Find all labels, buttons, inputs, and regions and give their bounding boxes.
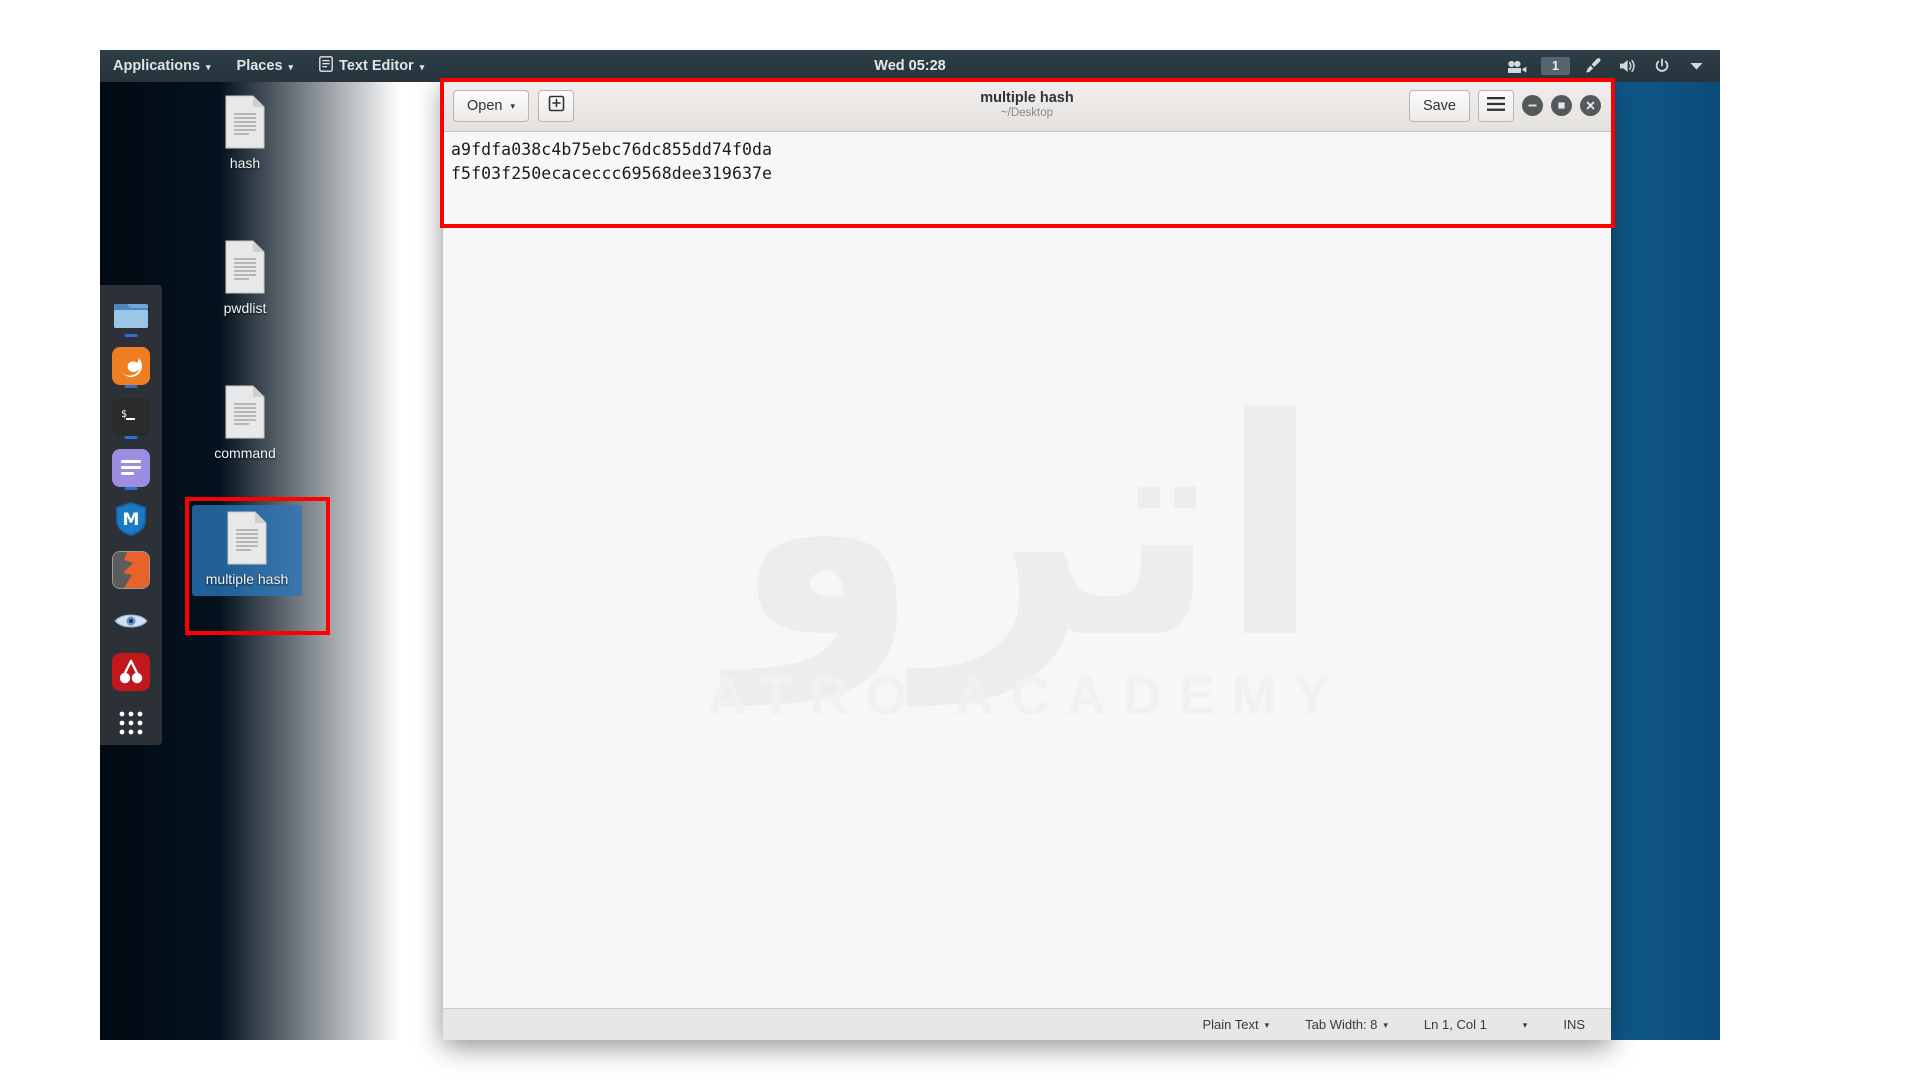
headerbar-right-group: Save [1408, 89, 1601, 122]
dock-item-john-the-ripper[interactable] [109, 649, 153, 694]
dock: $ M [100, 285, 162, 745]
top-panel: Applications ▾ Places ▾ Text Editor ▾ We… [100, 50, 1720, 82]
language-label: Plain Text [1202, 1017, 1259, 1032]
position-dropdown[interactable]: ▾ [1522, 1020, 1528, 1030]
wireshark-eye-icon [112, 602, 150, 640]
dock-item-files[interactable] [109, 293, 153, 338]
desktop-icon-label: multiple hash [205, 571, 289, 587]
text-editor-icon [112, 449, 150, 488]
new-document-button[interactable] [538, 89, 575, 122]
files-manager-icon [112, 296, 150, 334]
screen-recorder-icon[interactable] [1507, 57, 1527, 75]
menu-text-editor[interactable]: Text Editor ▾ [306, 50, 437, 82]
insert-mode-indicator: INS [1563, 1017, 1585, 1032]
minimize-button[interactable] [1522, 95, 1543, 116]
text-file-icon [223, 240, 267, 294]
running-indicator [124, 486, 138, 490]
text-editor-window: Open ▾ multiple hash ~/Desktop Save اترو… [443, 80, 1611, 1040]
document-text-area[interactable]: اترو ATRO ACADEMY a9fdfa038c4b75ebc76dc8… [443, 132, 1611, 1008]
text-file-icon [223, 95, 267, 149]
chevron-down-icon: ▾ [1383, 1020, 1388, 1030]
dock-item-firefox[interactable] [109, 344, 153, 389]
running-indicator [124, 435, 138, 439]
tweak-brush-icon[interactable] [1584, 57, 1604, 75]
screen: hash pwdlist command multiple hash $ M O… [0, 0, 1920, 1080]
desktop-icon-multiple-hash[interactable]: multiple hash [192, 505, 302, 596]
dock-item-show-applications[interactable] [109, 700, 153, 745]
new-document-icon [548, 95, 565, 116]
watermark-logo: اترو [732, 355, 1332, 704]
chevron-down-icon: ▾ [1522, 1020, 1528, 1030]
cursor-position: Ln 1, Col 1 [1424, 1017, 1487, 1032]
open-button-label: Open [467, 97, 503, 114]
firefox-icon [112, 347, 150, 386]
dock-item-burp-suite[interactable] [109, 547, 153, 592]
menu-places-label: Places [236, 58, 283, 74]
desktop-icon-label: pwdlist [223, 300, 267, 316]
chevron-down-icon: ▾ [510, 101, 516, 111]
metasploit-icon: M [112, 500, 150, 538]
document-content: a9fdfa038c4b75ebc76dc855dd74f0da f5f03f2… [451, 140, 773, 183]
desktop-icon-label: hash [229, 155, 261, 171]
save-button-label: Save [1422, 97, 1456, 114]
text-file-icon [223, 385, 267, 439]
dock-item-metasploit[interactable]: M [109, 497, 153, 542]
svg-text:M: M [123, 510, 140, 530]
menu-applications-label: Applications [113, 58, 201, 74]
text-file-icon [225, 511, 269, 565]
desktop-icon-label: command [214, 445, 276, 461]
insert-mode-label: INS [1563, 1017, 1585, 1032]
chevron-down-icon: ▾ [419, 61, 425, 72]
terminal-icon: $ [112, 398, 150, 437]
grid-apps-icon [112, 704, 150, 742]
burp-suite-icon [112, 550, 150, 589]
open-button[interactable]: Open ▾ [453, 89, 530, 122]
maximize-button[interactable] [1551, 95, 1572, 116]
menu-applications[interactable]: Applications ▾ [100, 50, 224, 82]
running-indicator [124, 333, 138, 337]
volume-icon[interactable] [1618, 57, 1638, 75]
language-selector[interactable]: Plain Text ▾ [1202, 1017, 1269, 1032]
chevron-down-icon: ▾ [1264, 1020, 1270, 1030]
watermark-text: ATRO ACADEMY [707, 666, 1347, 726]
text-editor-icon [319, 56, 333, 76]
hamburger-menu-icon [1487, 96, 1505, 115]
running-indicator [124, 384, 138, 388]
dock-item-terminal[interactable]: $ [109, 395, 153, 440]
cursor-position-label: Ln 1, Col 1 [1423, 1017, 1487, 1032]
menu-places[interactable]: Places ▾ [224, 50, 307, 82]
tab-width-label: Tab Width: 8 [1305, 1017, 1378, 1032]
save-button[interactable]: Save [1408, 89, 1470, 122]
menu-button[interactable] [1478, 89, 1514, 122]
chevron-down-icon[interactable] [1686, 57, 1706, 75]
menu-text-editor-label: Text Editor [339, 58, 414, 74]
workspace-indicator[interactable]: 1 [1541, 57, 1570, 75]
desktop-icon-hash[interactable]: hash [190, 95, 300, 173]
system-tray: 1 [1507, 57, 1720, 75]
dock-item-text-editor[interactable] [109, 446, 153, 491]
watermark: اترو ATRO ACADEMY [443, 132, 1611, 1008]
desktop-icon-command[interactable]: command [190, 385, 300, 463]
editor-statusbar: Plain Text ▾ Tab Width: 8 ▾ Ln 1, Col 1 … [443, 1008, 1611, 1040]
dock-item-wireshark[interactable] [109, 598, 153, 643]
window-headerbar: Open ▾ multiple hash ~/Desktop Save [443, 80, 1611, 132]
desktop-icon-pwdlist[interactable]: pwdlist [190, 240, 300, 318]
tab-width-selector[interactable]: Tab Width: 8 ▾ [1305, 1017, 1388, 1032]
close-button[interactable] [1580, 95, 1601, 116]
power-icon[interactable] [1652, 57, 1672, 75]
chevron-down-icon: ▾ [206, 61, 211, 72]
chevron-down-icon: ▾ [288, 61, 294, 72]
john-the-ripper-cherries-icon [112, 652, 150, 691]
